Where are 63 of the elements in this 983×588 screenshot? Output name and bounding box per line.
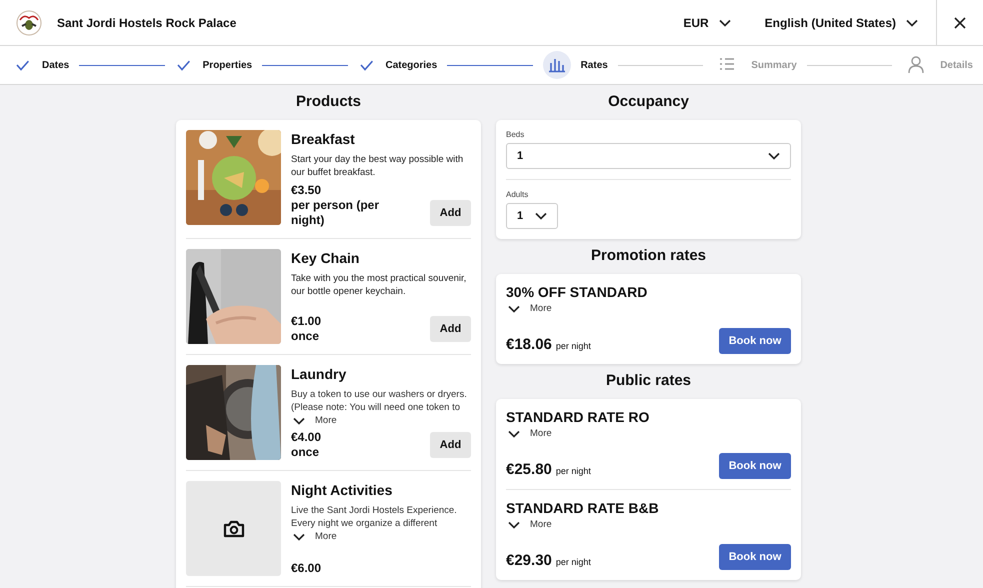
product-name: Breakfast <box>291 131 356 147</box>
chevron-down-icon <box>508 520 520 528</box>
currency-dropdown[interactable]: EUR <box>683 16 731 30</box>
camera-icon <box>222 520 244 538</box>
section-title: Products <box>294 93 362 110</box>
step-tab[interactable]: Rates <box>542 51 608 79</box>
add-button[interactable]: Add <box>430 432 471 458</box>
add-button[interactable]: Add <box>430 200 471 226</box>
rate-name: STANDARD RATE B&B <box>506 500 660 516</box>
chevron-down-icon <box>508 430 520 438</box>
step-tab[interactable]: Dates <box>14 55 70 75</box>
rate-price: €25.80 <box>506 461 552 478</box>
close-icon <box>954 16 966 28</box>
price-unit: per night <box>556 466 591 476</box>
step-tab[interactable]: Properties <box>174 55 252 75</box>
logo-icon <box>16 10 42 36</box>
price-unit: per person (per night) <box>291 198 380 228</box>
bar-chart-icon <box>542 51 571 79</box>
product-name: Key Chain <box>291 250 360 266</box>
product-name: Laundry <box>291 366 348 382</box>
product-description: Start your day the best way possible with our buffet breakfast. <box>291 153 464 179</box>
select-field[interactable]: 1 <box>506 143 791 169</box>
more-toggle[interactable]: More <box>293 415 337 426</box>
rate-name: 30% OFF STANDARD <box>506 284 648 300</box>
price-unit: once <box>291 445 320 460</box>
product-price: €4.00 <box>291 430 322 445</box>
language-dropdown[interactable]: English (United States) <box>764 16 918 30</box>
book-now-button[interactable]: Book now <box>719 453 791 479</box>
hotel-name: Sant Jordi Hostels Rock Palace <box>57 16 236 30</box>
rate-name: STANDARD RATE RO <box>506 409 650 425</box>
price-unit: once <box>291 329 320 344</box>
book-now-button[interactable]: Book now <box>719 544 791 570</box>
rate-price: €18.06 <box>506 336 552 353</box>
chevron-down-icon <box>535 212 547 220</box>
chevron-down-icon <box>718 18 731 26</box>
product-description: Take with you the most practical souvenir, our bottle opener keychain. <box>291 272 468 298</box>
chevron-down-icon <box>768 152 780 160</box>
more-toggle[interactable]: More <box>508 428 552 439</box>
chevron-down-icon <box>293 532 305 540</box>
section-title: Promotion rates <box>590 247 708 264</box>
step-tab[interactable]: Categories <box>358 55 438 75</box>
more-toggle[interactable]: More <box>508 303 552 314</box>
book-now-button[interactable]: Book now <box>719 328 791 354</box>
price-unit: per night <box>556 557 591 567</box>
section-title: Public rates <box>604 372 692 389</box>
product-price: €6.00 <box>291 561 322 576</box>
chevron-down-icon <box>508 304 520 312</box>
section-title: Occupancy <box>607 93 690 110</box>
rate-price: €29.30 <box>506 552 552 569</box>
product-description: Live the Sant Jordi Hostels Experience. Every night we organize a different <box>291 504 458 530</box>
select-field[interactable]: 1 <box>506 203 558 229</box>
more-toggle[interactable]: More <box>293 531 337 542</box>
chevron-down-icon <box>293 416 305 424</box>
product-price: €1.00 <box>291 314 322 329</box>
product-price: €3.50 <box>291 183 322 198</box>
field-label: Adults <box>506 190 530 199</box>
chevron-down-icon <box>906 18 918 26</box>
field-label: Beds <box>506 130 526 139</box>
price-unit: per night <box>556 341 591 351</box>
add-button[interactable]: Add <box>430 316 471 342</box>
product-name: Night Activities <box>291 482 394 498</box>
product-description: Buy a token to use our washers or dryers. (Please note: You will need one token to <box>291 388 468 414</box>
more-toggle[interactable]: More <box>508 519 552 530</box>
